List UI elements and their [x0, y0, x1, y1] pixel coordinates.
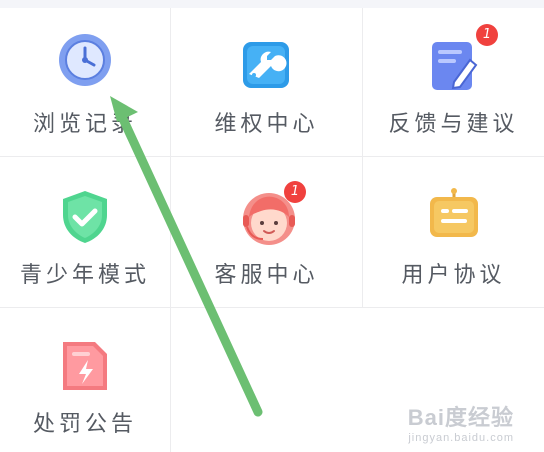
menu-item-rights-center[interactable]: 维权中心	[171, 8, 362, 158]
top-strip	[0, 0, 544, 8]
menu-item-rights-center-label: 维权中心	[214, 112, 319, 137]
agreement-board-icon	[424, 185, 484, 245]
menu-item-feedback[interactable]: 1 反馈与建议	[363, 8, 544, 158]
menu-item-customer-service-label: 客服中心	[214, 263, 319, 288]
watermark-brand: Bai度经验	[407, 405, 514, 430]
menu-item-customer-service[interactable]: 1 客服中心	[171, 157, 362, 307]
shield-check-icon	[55, 187, 115, 247]
menu-item-teen-mode-label: 青少年模式	[19, 263, 150, 288]
service-menu-page: 浏览记录 维权中心 1 反馈与建议 青少年模式 1 客服中心 用户协议 处罚公告…	[0, 0, 544, 452]
feedback-badge: 1	[476, 24, 498, 46]
menu-item-user-agreement[interactable]: 用户协议	[363, 157, 544, 307]
menu-item-history[interactable]: 浏览记录	[0, 8, 170, 158]
feedback-edit-icon	[424, 38, 484, 98]
menu-item-history-label: 浏览记录	[32, 112, 137, 137]
menu-item-penalty-notice-label: 处罚公告	[32, 412, 137, 437]
menu-item-user-agreement-label: 用户协议	[401, 263, 506, 288]
watermark-sub: jingyan.baidu.com	[408, 432, 514, 444]
menu-item-teen-mode[interactable]: 青少年模式	[0, 157, 170, 307]
menu-item-feedback-label: 反馈与建议	[388, 112, 519, 137]
wrench-icon	[237, 38, 297, 98]
menu-item-penalty-notice[interactable]: 处罚公告	[0, 308, 170, 452]
watermark: Bai度经验 jingyan.baidu.com	[408, 400, 514, 444]
customer-service-badge: 1	[284, 181, 306, 203]
penalty-notice-icon	[55, 338, 115, 398]
service-grid: 浏览记录 维权中心 1 反馈与建议 青少年模式 1 客服中心 用户协议 处罚公告	[0, 8, 544, 452]
clock-icon	[55, 30, 115, 90]
